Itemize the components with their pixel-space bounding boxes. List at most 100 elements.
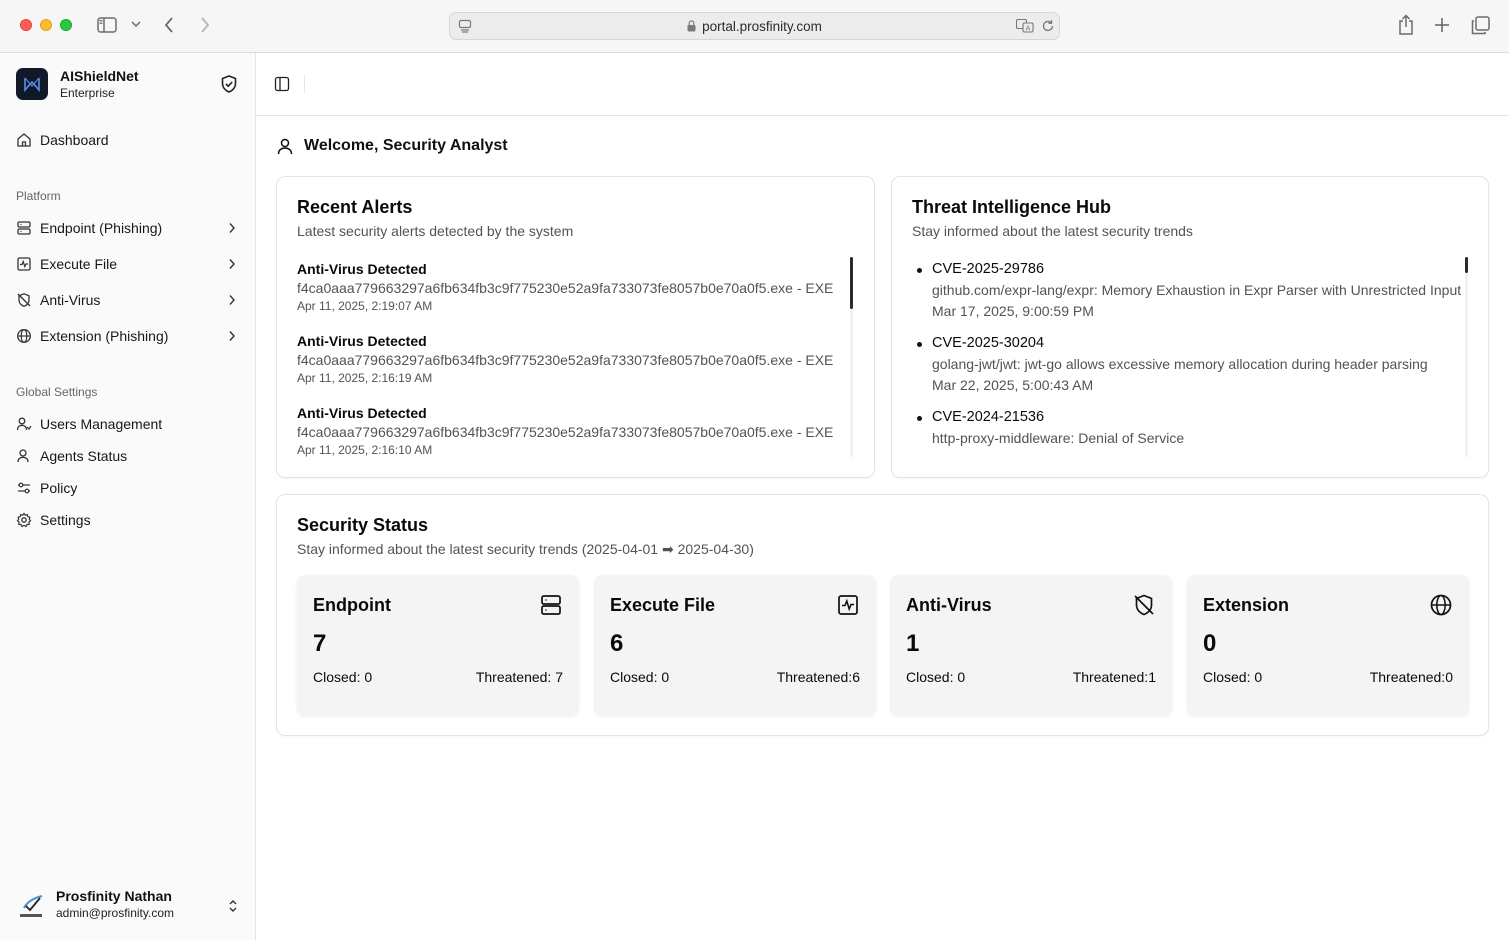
sidebar-toggle-icon[interactable] [97, 16, 117, 34]
window-minimize-button[interactable] [40, 19, 52, 31]
alert-time: Apr 11, 2025, 2:19:07 AM [297, 299, 433, 313]
card-title: Recent Alerts [297, 197, 413, 217]
share-icon[interactable] [1397, 14, 1415, 36]
alert-time: Apr 11, 2025, 2:16:19 AM [297, 371, 433, 385]
cve-id: CVE-2025-30204 [932, 335, 1045, 351]
brand-logo-icon[interactable] [16, 68, 48, 100]
sidebar-item-label: Anti-Virus [40, 292, 101, 308]
sliders-icon [16, 480, 32, 496]
scrollbar-thumb[interactable] [1465, 257, 1468, 273]
stat-title: Endpoint [313, 595, 391, 615]
sidebar-item-users-management[interactable]: Users Management [8, 408, 246, 440]
address-bar[interactable]: portal.prosfinity.com A [449, 12, 1060, 40]
alert-title: Anti-Virus Detected [297, 261, 427, 277]
stat-value: 0 [1203, 630, 1217, 657]
chevron-down-icon[interactable] [131, 20, 141, 28]
sidebar-item-settings[interactable]: Settings [8, 504, 246, 536]
top-bar [256, 53, 1509, 116]
stat-title: Extension [1203, 595, 1290, 615]
svg-text:A: A [1026, 25, 1031, 33]
stat-closed: Closed: 0 [313, 669, 373, 685]
list-item[interactable]: CVE-2024-21536 http-proxy-middleware: De… [912, 407, 1464, 457]
sidebar: AIShieldNet Enterprise Dashboard Platfor… [0, 53, 256, 940]
globe-icon [16, 328, 32, 344]
list-item[interactable]: Anti-Virus Detected f4ca0aaa779663297a6f… [297, 257, 855, 329]
avatar [18, 892, 46, 920]
stat-card-extension[interactable]: Extension 0 Closed: 0 Threatened:0 [1187, 575, 1469, 716]
alert-detail: f4ca0aaa779663297a6fb634fb3c9f775230e52a… [297, 280, 834, 296]
stat-title: Anti-Virus [906, 595, 992, 615]
shield-check-icon[interactable] [219, 74, 239, 99]
sidebar-item-agents-status[interactable]: Agents Status [8, 440, 246, 472]
window-close-button[interactable] [20, 19, 32, 31]
globe-icon [1429, 593, 1453, 622]
chevron-right-icon [228, 221, 236, 237]
card-description: Latest security alerts detected by the s… [297, 223, 574, 239]
divider [304, 75, 305, 93]
list-item[interactable]: Anti-Virus Detected f4ca0aaa779663297a6f… [297, 329, 855, 401]
recent-alerts-card: Recent Alerts Latest security alerts det… [276, 176, 875, 478]
list-item[interactable]: CVE-2025-30204 golang-jwt/jwt: jwt-go al… [912, 333, 1464, 407]
alert-title: Anti-Virus Detected [297, 333, 427, 349]
stat-closed: Closed: 0 [610, 669, 670, 685]
forward-icon[interactable] [199, 16, 211, 34]
sidebar-item-dashboard[interactable]: Dashboard [8, 124, 246, 156]
stat-value: 7 [313, 630, 327, 657]
translate-icon[interactable]: A [1016, 19, 1034, 33]
sidebar-item-policy[interactable]: Policy [8, 472, 246, 504]
cve-id: CVE-2024-21536 [932, 409, 1045, 425]
server-icon [16, 220, 32, 236]
shield-off-icon [16, 292, 32, 308]
stat-title: Execute File [610, 595, 716, 615]
card-description: Stay informed about the latest security … [297, 541, 754, 557]
security-status-card: Security Status Stay informed about the … [276, 494, 1489, 736]
sidebar-item-label: Execute File [40, 256, 118, 272]
alert-title: Anti-Virus Detected [297, 405, 427, 421]
alerts-list[interactable]: Anti-Virus Detected f4ca0aaa779663297a6f… [297, 257, 855, 457]
tab-overview-icon[interactable] [1471, 16, 1490, 35]
window-zoom-button[interactable] [60, 19, 72, 31]
sidebar-item-label: Endpoint (Phishing) [40, 220, 163, 236]
card-title: Security Status [297, 515, 429, 535]
chevron-right-icon [228, 293, 236, 309]
stat-value: 6 [610, 630, 624, 657]
users-icon [16, 416, 32, 432]
chevrons-up-down-icon[interactable] [228, 898, 238, 919]
scrollbar-thumb[interactable] [850, 257, 853, 309]
list-item[interactable]: Anti-Virus Detected f4ca0aaa779663297a6f… [297, 401, 855, 457]
cve-date: Mar 17, 2025, 9:00:59 PM [932, 303, 1094, 319]
sidebar-item-execute-file[interactable]: Execute File [8, 248, 246, 280]
new-tab-icon[interactable] [1434, 17, 1450, 33]
alert-detail: f4ca0aaa779663297a6fb634fb3c9f775230e52a… [297, 352, 834, 368]
shield-off-icon [1132, 593, 1156, 622]
chevron-right-icon [228, 329, 236, 345]
sidebar-item-label: Settings [40, 512, 91, 528]
stat-threatened: Threatened:0 [1369, 669, 1453, 685]
sidebar-item-extension[interactable]: Extension (Phishing) [8, 320, 246, 352]
panel-left-icon[interactable] [274, 76, 290, 97]
stat-threatened: Threatened: 7 [475, 669, 563, 685]
threat-list[interactable]: CVE-2025-29786 github.com/expr-lang/expr… [912, 259, 1464, 457]
stat-card-endpoint[interactable]: Endpoint 7 Closed: 0 Threatened: 7 [297, 575, 579, 716]
sidebar-item-endpoint[interactable]: Endpoint (Phishing) [8, 212, 246, 244]
welcome-text: Welcome, Security Analyst [304, 137, 508, 154]
user-menu[interactable]: Prosfinity Nathan admin@prosfinity.com [8, 884, 246, 932]
user-email: admin@prosfinity.com [56, 906, 174, 920]
stat-card-anti-virus[interactable]: Anti-Virus 1 Closed: 0 Threatened:1 [890, 575, 1172, 716]
gear-icon [16, 512, 32, 528]
cve-id: CVE-2025-29786 [932, 261, 1045, 277]
reload-icon[interactable] [1041, 19, 1055, 33]
sidebar-item-anti-virus[interactable]: Anti-Virus [8, 284, 246, 316]
stat-card-execute-file[interactable]: Execute File 6 Closed: 0 Threatened:6 [594, 575, 876, 716]
list-item[interactable]: CVE-2025-29786 github.com/expr-lang/expr… [912, 259, 1464, 333]
sidebar-item-label: Users Management [40, 416, 163, 432]
back-icon[interactable] [163, 16, 175, 34]
stat-threatened: Threatened:6 [776, 669, 860, 685]
scrollbar-track[interactable] [1465, 257, 1468, 457]
card-description: Stay informed about the latest security … [912, 223, 1193, 239]
brand-name: AIShieldNet [60, 68, 139, 84]
cve-description: golang-jwt/jwt: jwt-go allows excessive … [932, 356, 1428, 372]
section-label-platform: Platform [16, 189, 61, 203]
user-icon [16, 448, 32, 464]
browser-toolbar: portal.prosfinity.com A [0, 0, 1509, 53]
